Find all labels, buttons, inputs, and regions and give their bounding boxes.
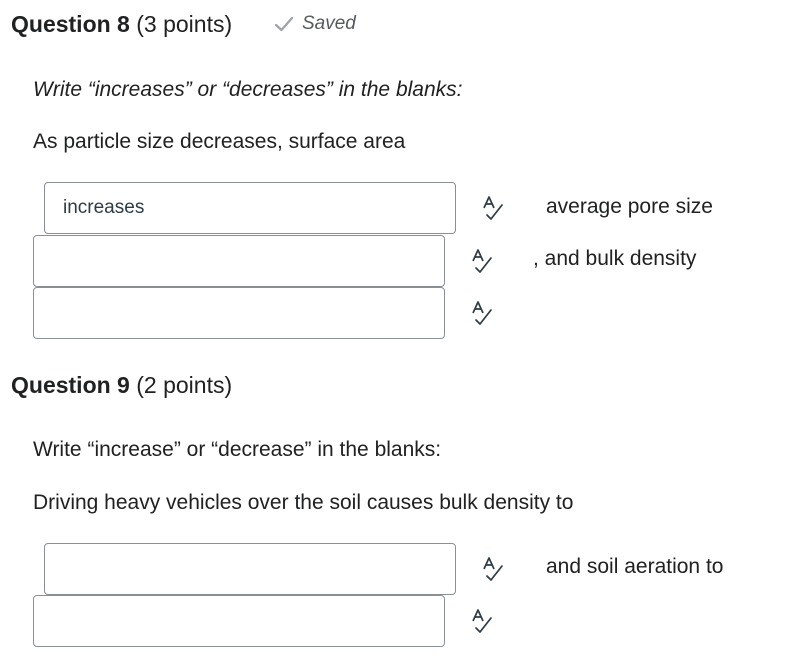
q8-blank-3-input[interactable] — [33, 287, 445, 339]
q8-blank-1-following-text: average pore size — [546, 195, 713, 218]
spellcheck-icon[interactable] — [470, 608, 494, 634]
spellcheck-icon[interactable] — [470, 248, 494, 274]
question-9-points: (2 points) — [136, 372, 233, 398]
q8-blank-2-following-text: , and bulk density — [533, 247, 697, 270]
spellcheck-icon[interactable] — [470, 300, 494, 326]
question-8-instruction: Write “increases” or “decreases” in the … — [33, 78, 463, 101]
question-8-sentence: As particle size decreases, surface area — [33, 130, 406, 153]
question-8-title: Question 8 — [11, 11, 130, 37]
spellcheck-icon[interactable] — [481, 195, 505, 221]
saved-status: Saved — [274, 12, 356, 36]
q8-blank-1-input[interactable] — [44, 182, 456, 234]
q9-blank-1-input[interactable] — [44, 543, 456, 595]
question-9-instruction: Write “increase” or “decrease” in the bl… — [33, 438, 442, 461]
checkmark-icon — [274, 16, 294, 32]
question-8-points: (3 points) — [136, 11, 233, 37]
spellcheck-icon[interactable] — [481, 556, 505, 582]
q9-blank-1-following-text: and soil aeration to — [546, 555, 724, 578]
question-8-header: Question 8 (3 points) — [11, 10, 232, 38]
question-9-header: Question 9 (2 points) — [11, 371, 232, 399]
question-9-sentence: Driving heavy vehicles over the soil cau… — [33, 491, 574, 514]
saved-label: Saved — [302, 13, 356, 34]
question-9-title: Question 9 — [11, 372, 130, 398]
q9-blank-2-input[interactable] — [33, 595, 445, 647]
q8-blank-2-input[interactable] — [33, 235, 445, 287]
